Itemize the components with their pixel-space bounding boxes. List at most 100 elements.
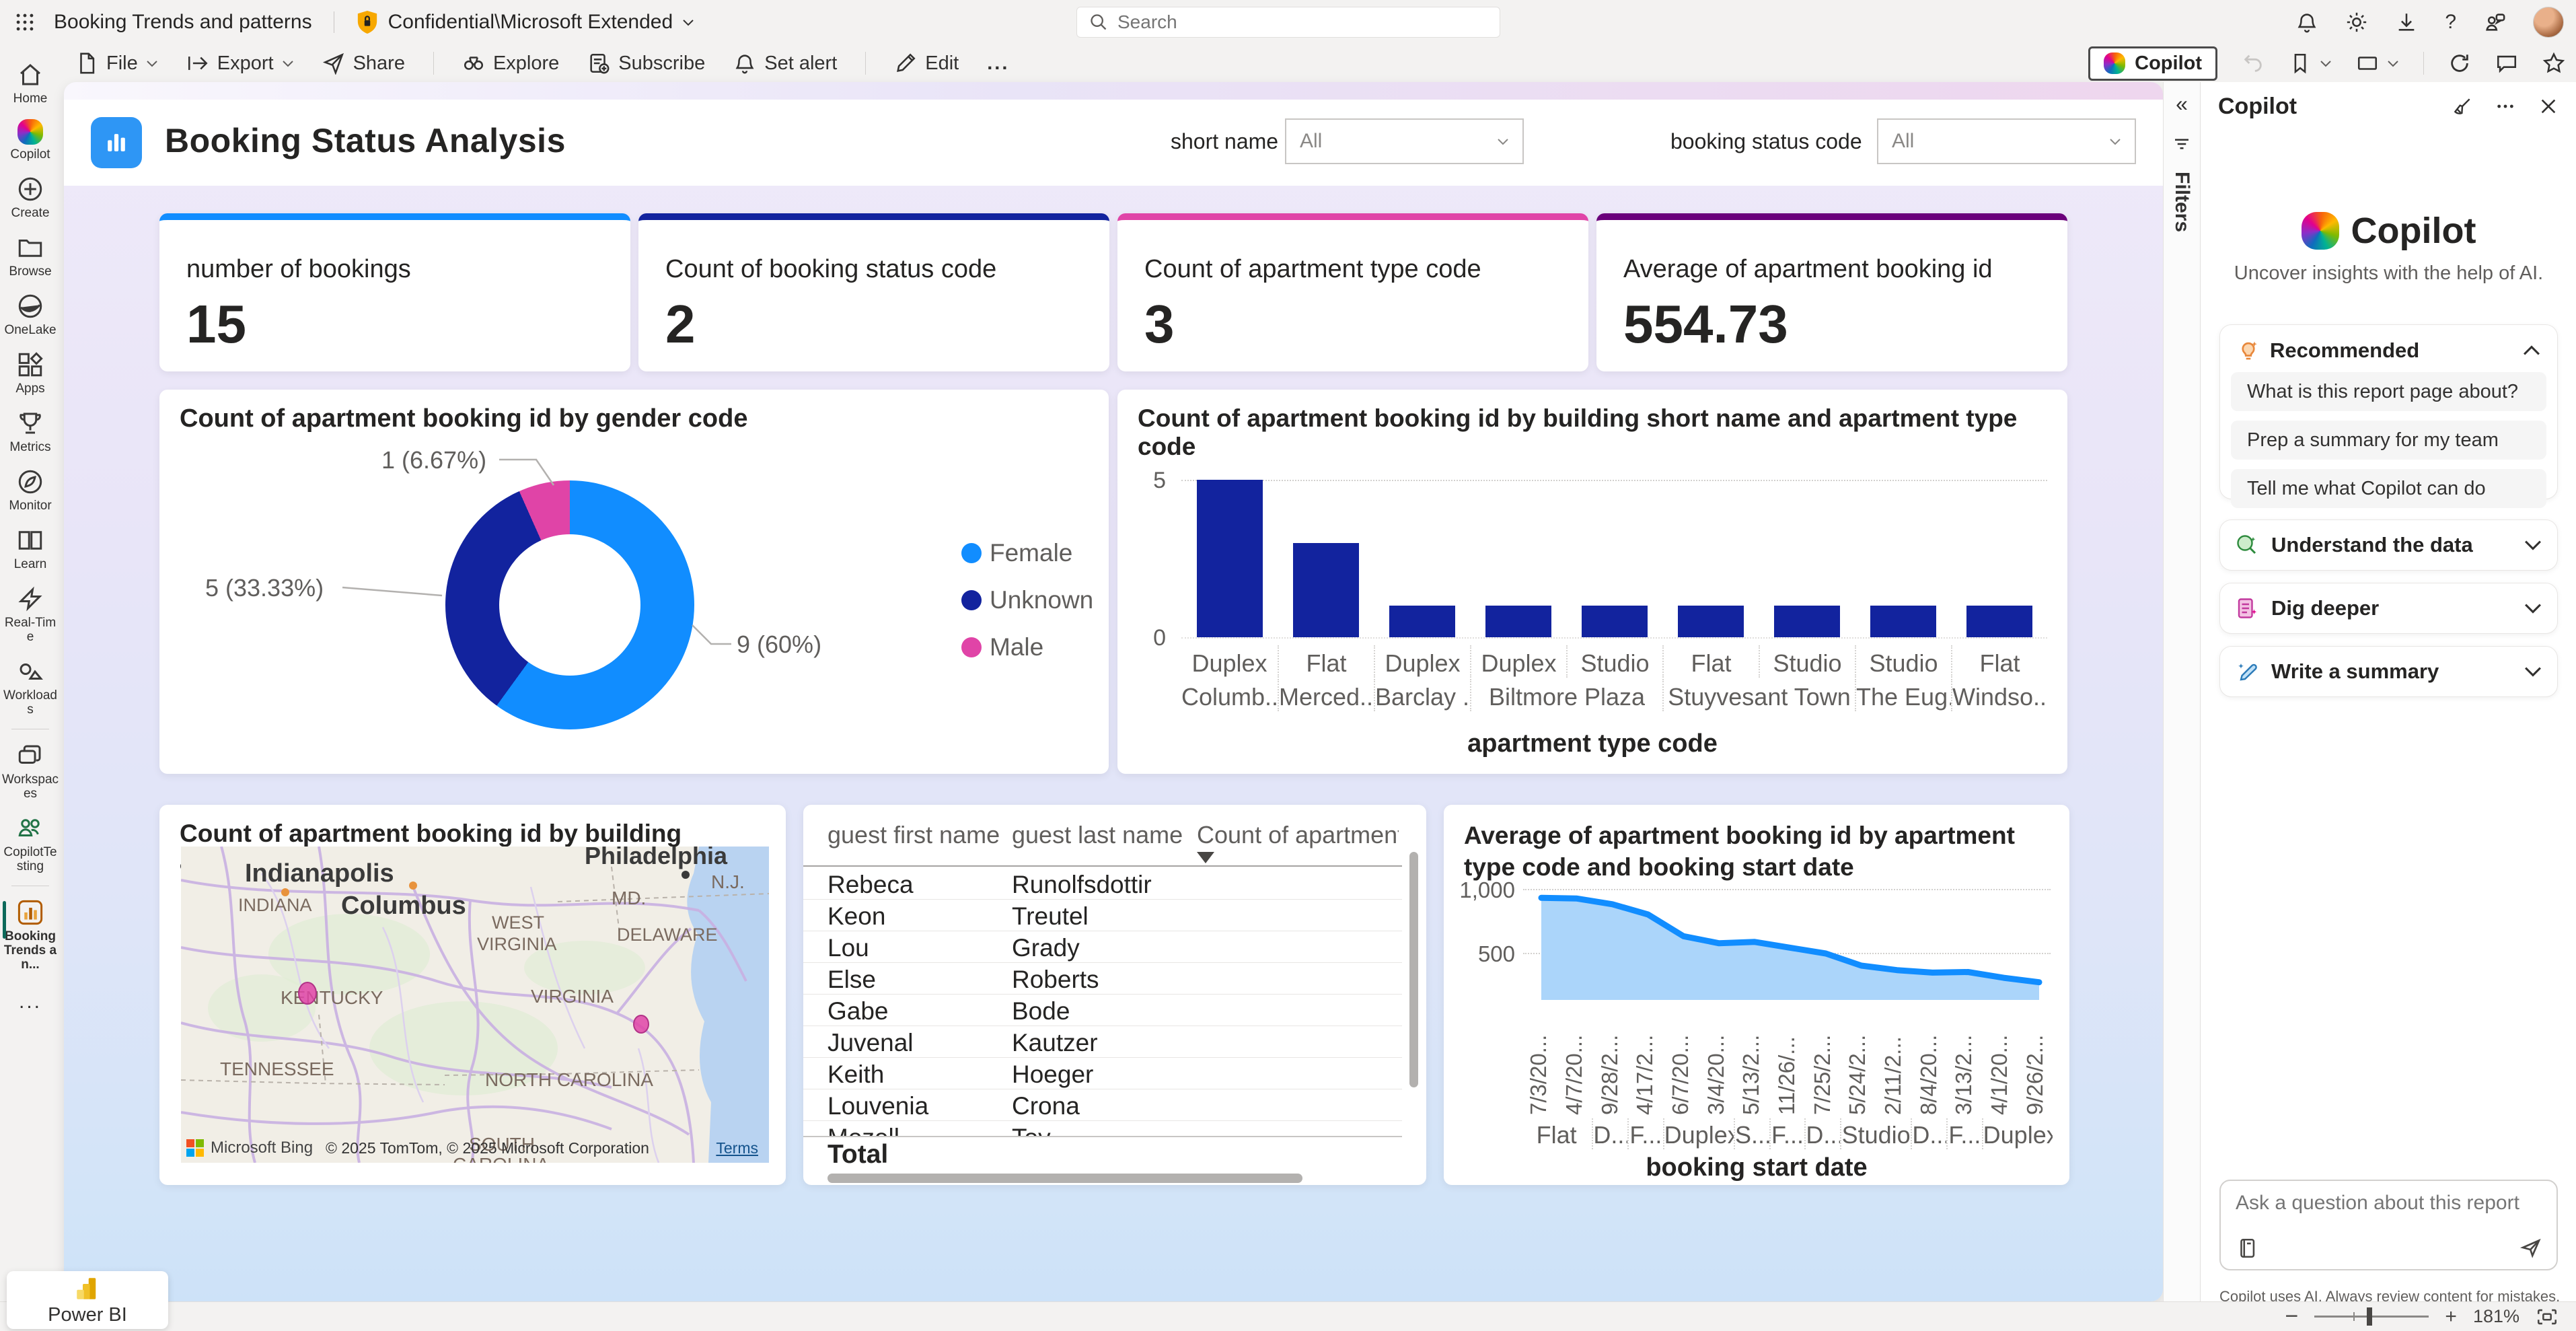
copilot-question-input[interactable] bbox=[2219, 1180, 2558, 1270]
zoom-in-button[interactable]: + bbox=[2445, 1305, 2457, 1328]
donut-chart-card[interactable]: Count of apartment booking id by gender … bbox=[159, 390, 1109, 774]
filters-pane-collapsed[interactable]: « Filters bbox=[2163, 82, 2200, 1330]
sensitivity-label[interactable]: Confidential\Microsoft Extended bbox=[356, 9, 695, 35]
chevron-up-icon[interactable] bbox=[2522, 345, 2541, 357]
filter-dropdown-booking-status[interactable]: All bbox=[1877, 118, 2136, 164]
set-alert-button[interactable]: Set alert bbox=[733, 52, 837, 75]
sidebar-item-metrics[interactable]: Metrics bbox=[0, 402, 61, 461]
power-bi-badge[interactable]: Power BI bbox=[7, 1271, 168, 1329]
notifications-icon[interactable] bbox=[2295, 11, 2318, 34]
kpi-card-number-of-bookings[interactable]: number of bookings 15 bbox=[159, 213, 630, 371]
search-input[interactable] bbox=[1117, 11, 1467, 33]
legend-item[interactable]: Female bbox=[961, 539, 1093, 567]
sidebar-item-create[interactable]: Create bbox=[0, 168, 61, 227]
settings-icon[interactable] bbox=[2345, 11, 2368, 34]
table-row[interactable]: KeithHoeger bbox=[803, 1058, 1402, 1089]
edit-button[interactable]: Edit bbox=[894, 52, 959, 75]
table-row[interactable]: LouGrady bbox=[803, 931, 1402, 963]
sidebar-item-workspaces[interactable]: Workspaces bbox=[0, 735, 61, 807]
sidebar-item-home[interactable]: Home bbox=[0, 54, 61, 112]
zoom-slider[interactable] bbox=[2314, 1316, 2429, 1318]
table-row[interactable]: KeonTreutel bbox=[803, 900, 1402, 931]
sidebar-item-learn[interactable]: Learn bbox=[0, 519, 61, 578]
bar[interactable] bbox=[1485, 606, 1551, 637]
filter-dropdown-short-name[interactable]: All bbox=[1285, 118, 1524, 164]
more-options-icon[interactable] bbox=[2495, 96, 2516, 117]
notebook-icon[interactable] bbox=[2236, 1237, 2258, 1260]
bookmarks-menu[interactable] bbox=[2289, 52, 2332, 75]
suggestion-chip[interactable]: Tell me what Copilot can do bbox=[2231, 469, 2546, 508]
favorite-star-icon[interactable] bbox=[2542, 52, 2565, 75]
line-chart-card[interactable]: Average of apartment booking id by apart… bbox=[1444, 805, 2069, 1185]
section-understand-the-data[interactable]: Understand the data bbox=[2219, 519, 2558, 571]
section-dig-deeper[interactable]: Dig deeper bbox=[2219, 583, 2558, 634]
more-options[interactable]: ... bbox=[987, 52, 1009, 75]
table-card[interactable]: guest first name guest last name Count o… bbox=[803, 805, 1426, 1185]
table-header-first-name[interactable]: guest first name bbox=[827, 821, 1006, 849]
table-row[interactable]: GabeBode bbox=[803, 995, 1402, 1026]
download-icon[interactable] bbox=[2395, 11, 2418, 34]
table-row[interactable]: LouveniaCrona bbox=[803, 1089, 1402, 1121]
map-card[interactable]: Count of apartment booking id by buildin… bbox=[159, 805, 786, 1185]
section-write-a-summary[interactable]: Write a summary bbox=[2219, 646, 2558, 697]
bar[interactable] bbox=[1966, 606, 2032, 637]
copilot-toggle-button[interactable]: Copilot bbox=[2088, 46, 2217, 81]
sidebar-item-realtime[interactable]: Real-Time bbox=[0, 578, 61, 651]
bar[interactable] bbox=[1774, 606, 1840, 637]
suggestion-chip[interactable]: What is this report page about? bbox=[2231, 372, 2546, 411]
sidebar-item-monitor[interactable]: Monitor bbox=[0, 461, 61, 519]
avatar[interactable] bbox=[2533, 7, 2564, 38]
bing-logo[interactable]: Microsoft Bing bbox=[186, 1139, 313, 1157]
feedback-icon[interactable] bbox=[2483, 11, 2506, 34]
table-row[interactable]: RebecaRunolfsdottir bbox=[803, 868, 1402, 900]
sidebar-item-copilottesting[interactable]: CopilotTesting bbox=[0, 807, 61, 880]
legend-item[interactable]: Male bbox=[961, 633, 1093, 661]
export-menu[interactable]: Export bbox=[186, 52, 294, 75]
sidebar-item-booking-trends[interactable]: Booking Trends an... bbox=[0, 892, 61, 978]
report-breadcrumb[interactable]: Booking Trends and patterns bbox=[54, 11, 312, 34]
file-menu[interactable]: File bbox=[75, 52, 158, 75]
table-header-last-name[interactable]: guest last name bbox=[1012, 821, 1190, 849]
fit-to-page-icon[interactable] bbox=[2536, 1307, 2559, 1327]
sidebar-item-workloads[interactable]: Workloads bbox=[0, 651, 61, 723]
bing-map[interactable]: IndianapolisColumbusINDIANAPhiladelphiaN… bbox=[181, 847, 769, 1163]
expand-pane-icon[interactable]: « bbox=[2176, 92, 2188, 116]
legend-item[interactable]: Unknown bbox=[961, 586, 1093, 614]
table-row[interactable]: ElseRoberts bbox=[803, 963, 1402, 995]
bar[interactable] bbox=[1870, 606, 1936, 637]
table-header-count[interactable]: Count of apartment bo bbox=[1197, 821, 1399, 849]
sidebar-item-onelake[interactable]: OneLake bbox=[0, 285, 61, 344]
clear-chat-broom-icon[interactable] bbox=[2452, 96, 2473, 117]
copilot-input-field[interactable] bbox=[2236, 1192, 2545, 1215]
zoom-out-button[interactable]: − bbox=[2285, 1303, 2299, 1330]
table-row[interactable]: MozellToy bbox=[803, 1121, 1402, 1136]
kpi-card-avg-booking-id[interactable]: Average of apartment booking id 554.73 bbox=[1596, 213, 2067, 371]
help-icon[interactable]: ? bbox=[2445, 11, 2456, 34]
bar-chart-card[interactable]: Count of apartment booking id by buildin… bbox=[1117, 390, 2067, 774]
map-terms-link[interactable]: Terms bbox=[716, 1139, 758, 1157]
comments-icon[interactable] bbox=[2495, 52, 2518, 75]
send-icon[interactable] bbox=[2519, 1235, 2543, 1260]
table-row[interactable]: JuvenalKautzer bbox=[803, 1026, 1402, 1058]
zoom-slider-handle[interactable] bbox=[2367, 1307, 2372, 1326]
close-icon[interactable] bbox=[2538, 96, 2559, 117]
share-button[interactable]: Share bbox=[322, 52, 405, 75]
horizontal-scrollbar[interactable] bbox=[827, 1174, 1302, 1183]
kpi-card-booking-status-count[interactable]: Count of booking status code 2 bbox=[638, 213, 1109, 371]
suggestion-chip[interactable]: Prep a summary for my team bbox=[2231, 421, 2546, 460]
bar[interactable] bbox=[1293, 543, 1359, 637]
bar[interactable] bbox=[1582, 606, 1648, 637]
vertical-scrollbar[interactable] bbox=[1409, 852, 1418, 1087]
bar[interactable] bbox=[1197, 480, 1263, 637]
view-menu[interactable] bbox=[2356, 52, 2399, 75]
refresh-icon[interactable] bbox=[2448, 52, 2471, 75]
sidebar-item-apps[interactable]: Apps bbox=[0, 344, 61, 402]
app-launcher-icon[interactable] bbox=[13, 11, 36, 34]
explore-button[interactable]: Explore bbox=[462, 52, 559, 75]
sidebar-item-browse[interactable]: Browse bbox=[0, 227, 61, 285]
bar[interactable] bbox=[1678, 606, 1744, 637]
sidebar-item-copilot[interactable]: Copilot bbox=[0, 112, 61, 168]
kpi-card-apartment-type-count[interactable]: Count of apartment type code 3 bbox=[1117, 213, 1588, 371]
subscribe-button[interactable]: Subscribe bbox=[587, 52, 705, 75]
sidebar-overflow[interactable]: ... bbox=[19, 978, 42, 1013]
